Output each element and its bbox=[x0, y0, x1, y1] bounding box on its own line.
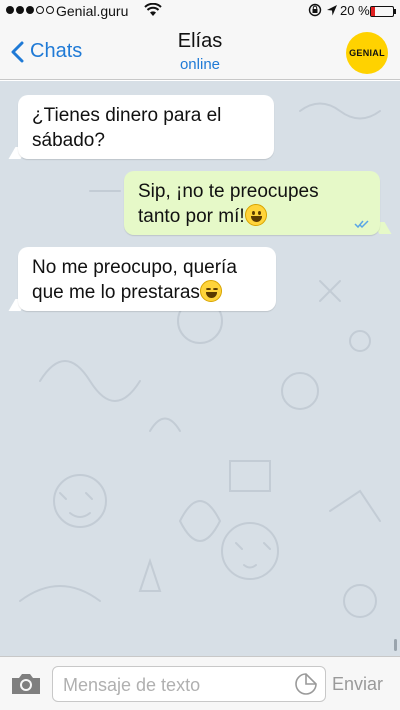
status-bar: Genial.guru 20 % bbox=[0, 0, 400, 22]
conversation-header: Chats Elías online GENIAL bbox=[0, 22, 400, 80]
message-composer: Mensaje de texto Enviar bbox=[0, 656, 400, 710]
message-text-line: ¿Tienes dinero para el bbox=[32, 105, 222, 126]
message-text-line-with-emoji: que me lo prestaras bbox=[32, 280, 262, 305]
message-input-placeholder: Mensaje de texto bbox=[63, 675, 201, 695]
contact-avatar[interactable]: GENIAL bbox=[346, 32, 388, 74]
camera-icon[interactable] bbox=[10, 672, 42, 696]
message-text-line: sábado? bbox=[32, 130, 105, 151]
message-text-line: No me preocupo, quería bbox=[32, 257, 237, 278]
incoming-message[interactable]: No me preocupo, quería que me lo prestar… bbox=[18, 247, 276, 311]
wifi-icon bbox=[144, 3, 162, 16]
avatar-logo-text: GENIAL bbox=[349, 48, 385, 58]
laughing-face-emoji-icon bbox=[199, 280, 222, 302]
message-input[interactable]: Mensaje de texto bbox=[52, 666, 326, 702]
wallpaper-doodles bbox=[19, 102, 381, 618]
message-text-line: Sip, ¡no te preocupes bbox=[138, 181, 319, 202]
scroll-indicator[interactable] bbox=[394, 639, 397, 651]
message-text-line: que me lo prestaras bbox=[32, 282, 200, 303]
sticker-icon[interactable] bbox=[295, 673, 317, 695]
outgoing-message[interactable]: Sip, ¡no te preocupes tanto por mí! bbox=[124, 171, 380, 235]
message-list[interactable]: ¿Tienes dinero para el sábado? Sip, ¡no … bbox=[0, 81, 400, 656]
carrier-name: Genial.guru bbox=[56, 3, 129, 19]
battery-percentage: 20 % bbox=[340, 3, 370, 18]
rotation-lock-icon bbox=[308, 3, 322, 17]
contact-status: online bbox=[179, 56, 221, 73]
grinning-face-emoji-icon bbox=[244, 204, 267, 226]
read-receipt-icon bbox=[354, 220, 369, 229]
battery-tip bbox=[394, 9, 396, 14]
battery-level bbox=[371, 7, 376, 16]
message-text-line: tanto por mí! bbox=[138, 206, 245, 227]
location-arrow-icon bbox=[327, 5, 337, 16]
signal-strength-icon bbox=[6, 6, 54, 14]
battery-icon bbox=[370, 6, 394, 17]
contact-name: Elías bbox=[177, 30, 223, 52]
incoming-message[interactable]: ¿Tienes dinero para el sábado? bbox=[18, 95, 274, 159]
send-button[interactable]: Enviar bbox=[332, 674, 383, 695]
message-text-line-with-emoji: tanto por mí! bbox=[138, 204, 366, 229]
